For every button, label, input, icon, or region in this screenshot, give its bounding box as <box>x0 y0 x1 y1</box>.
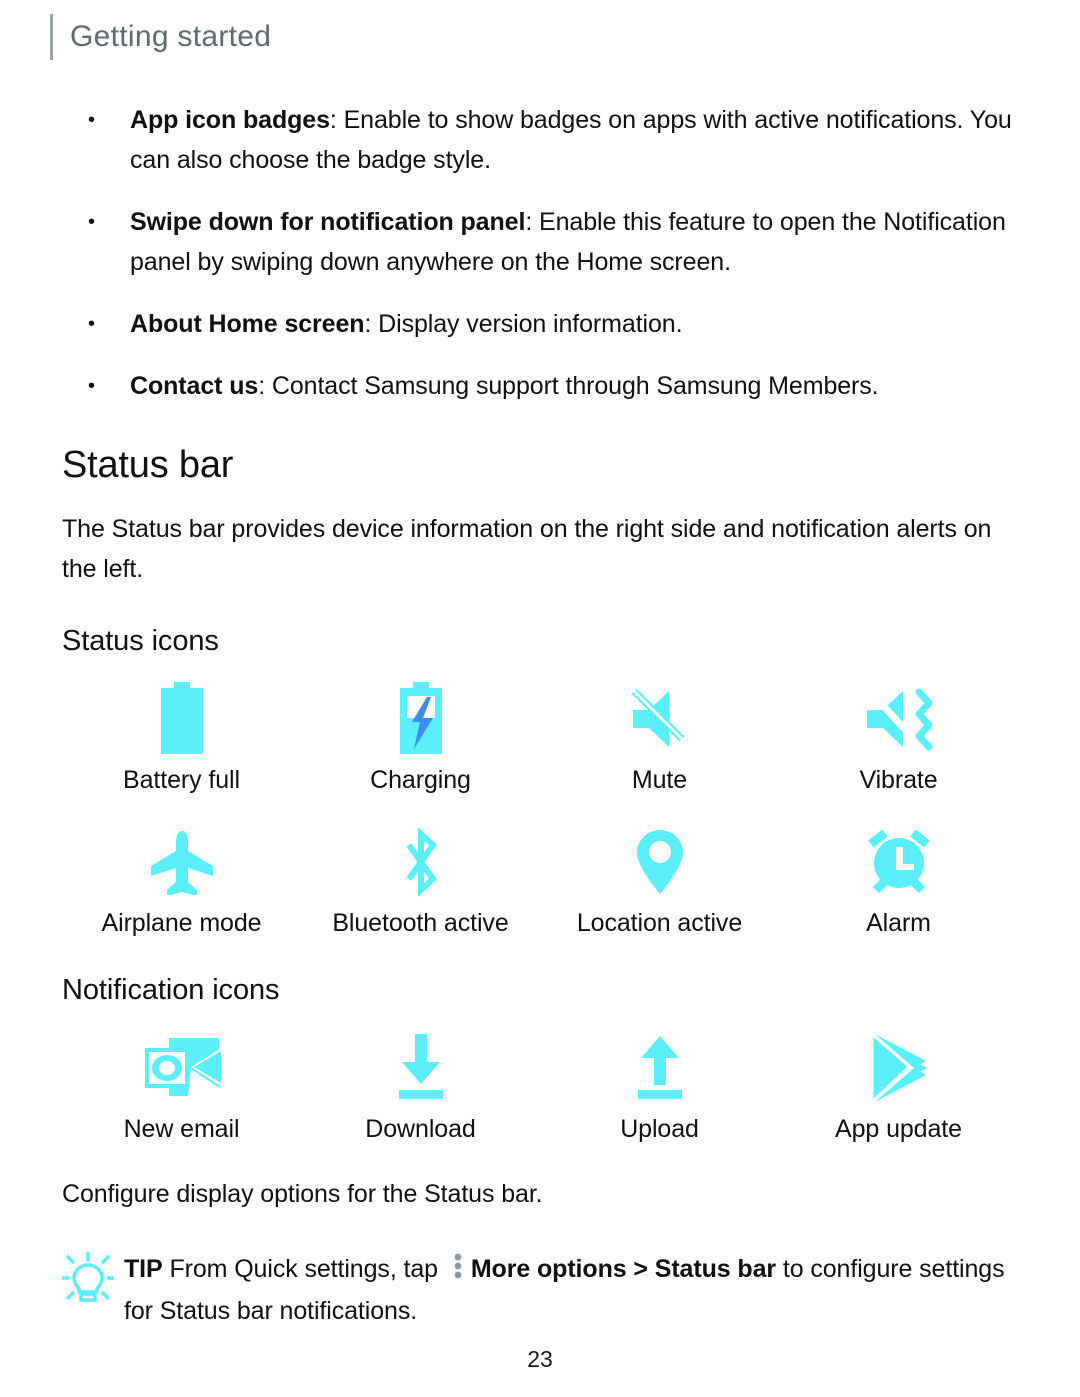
alarm-clock-icon <box>854 823 944 901</box>
more-options-icon <box>450 1250 466 1279</box>
list-item: About Home screen: Display version infor… <box>62 304 1018 344</box>
status-bar-intro-text: The Status bar provides device informati… <box>62 515 992 583</box>
app-update-icon <box>854 1029 944 1107</box>
bullet-separator: : <box>329 106 337 134</box>
airplane-mode-icon <box>137 823 227 901</box>
notification-icons-grid: New email Download Upload App update <box>62 1019 1018 1144</box>
status-icon-cell: Bluetooth active <box>301 813 540 938</box>
status-icon-cell: Location active <box>540 813 779 938</box>
icon-label: Mute <box>631 766 688 794</box>
page-title: Getting started <box>70 20 272 53</box>
page-content: App icon badges: Enable to show badges o… <box>60 100 1018 1332</box>
notification-icon-cell: Download <box>301 1019 540 1144</box>
bullet-description: Contact Samsung support through Samsung … <box>265 372 879 400</box>
tip-chevron: > <box>626 1255 655 1283</box>
vibrate-icon <box>854 680 944 758</box>
grid-spacer <box>301 795 540 813</box>
tip-callout: TIP From Quick settings, tap More option… <box>60 1248 1018 1332</box>
list-item: Swipe down for notification panel: Enabl… <box>62 202 1018 282</box>
page-number: 23 <box>527 1346 553 1372</box>
mute-icon <box>615 680 705 758</box>
new-email-icon <box>137 1029 227 1107</box>
lightbulb-icon <box>60 1251 116 1304</box>
icon-label: Download <box>365 1115 476 1143</box>
section-heading-status-bar: Status bar <box>62 444 234 486</box>
subsection-heading-notification-icons: Notification icons <box>62 974 280 1006</box>
settings-bullet-list: App icon badges: Enable to show badges o… <box>62 100 1018 406</box>
bluetooth-icon <box>376 823 466 901</box>
battery-full-icon <box>137 680 227 758</box>
icon-label: Bluetooth active <box>332 909 509 937</box>
battery-charging-icon <box>376 680 466 758</box>
status-icon-cell: Mute <box>540 670 779 795</box>
bullet-term: App icon badges <box>130 106 330 134</box>
location-pin-icon <box>615 823 705 901</box>
status-icon-cell: Battery full <box>62 670 301 795</box>
list-item: App icon badges: Enable to show badges o… <box>62 100 1018 180</box>
bullet-term: Swipe down for notification panel <box>130 208 526 236</box>
configure-status-bar-text: Configure display options for the Status… <box>62 1180 543 1208</box>
upload-icon <box>615 1029 705 1107</box>
tip-label: TIP <box>124 1255 163 1283</box>
notification-icon-cell: New email <box>62 1019 301 1144</box>
bullet-term: About Home screen <box>130 310 365 338</box>
notification-icon-cell: Upload <box>540 1019 779 1144</box>
grid-spacer <box>62 795 301 813</box>
status-icon-cell: Airplane mode <box>62 813 301 938</box>
notification-icon-cell: App update <box>779 1019 1018 1144</box>
header-divider-rule <box>50 14 53 60</box>
list-item: Contact us: Contact Samsung support thro… <box>62 366 1018 406</box>
tip-text-before: From Quick settings, tap <box>162 1255 445 1283</box>
icon-label: Upload <box>620 1115 699 1143</box>
download-icon <box>376 1029 466 1107</box>
icon-label: Location active <box>576 909 743 937</box>
status-icon-cell: Alarm <box>779 813 1018 938</box>
tip-more-options-label: More options <box>470 1255 627 1283</box>
icon-label: Charging <box>370 766 471 794</box>
running-header: Getting started <box>50 14 271 60</box>
status-icon-cell: Vibrate <box>779 670 1018 795</box>
icon-label: Vibrate <box>859 766 938 794</box>
icon-label: Battery full <box>123 766 240 794</box>
icon-label: Alarm <box>866 909 931 937</box>
bullet-term: Contact us <box>130 372 259 400</box>
bullet-description: Display version information. <box>371 310 683 338</box>
tip-status-bar-label: Status bar <box>654 1255 777 1283</box>
status-icons-grid: Battery full Charging Mute Vibrate Airpl… <box>62 670 1018 938</box>
status-icon-cell: Charging <box>301 670 540 795</box>
icon-label: Airplane mode <box>101 909 262 937</box>
subsection-heading-status-icons: Status icons <box>62 625 219 657</box>
icon-label: New email <box>123 1115 240 1143</box>
icon-label: App update <box>835 1115 962 1143</box>
grid-spacer <box>779 795 1018 813</box>
grid-spacer <box>540 795 779 813</box>
